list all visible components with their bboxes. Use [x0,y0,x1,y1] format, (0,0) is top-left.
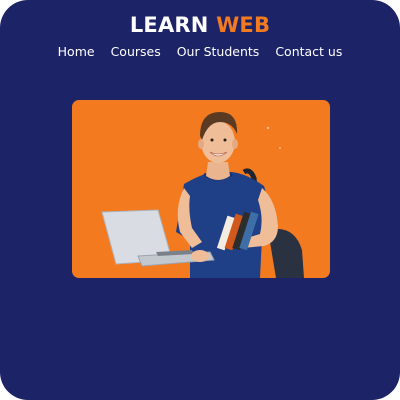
app-window: LEARN WEB Home Courses Our Students Cont… [0,0,400,400]
brand-logo-main-text: LEARN [129,13,209,37]
nav-link-contact-us[interactable]: Contact us [275,44,342,59]
student-with-laptop-illustration [101,112,304,278]
nav-link-courses[interactable]: Courses [111,44,161,59]
brand-logo-accent-text: WEB [216,13,271,37]
nav-link-home[interactable]: Home [58,44,95,59]
main-nav: Home Courses Our Students Contact us [0,42,400,60]
hero-image [72,100,330,278]
brand-logo[interactable]: LEARN WEB [0,12,400,38]
nav-link-our-students[interactable]: Our Students [177,44,260,59]
